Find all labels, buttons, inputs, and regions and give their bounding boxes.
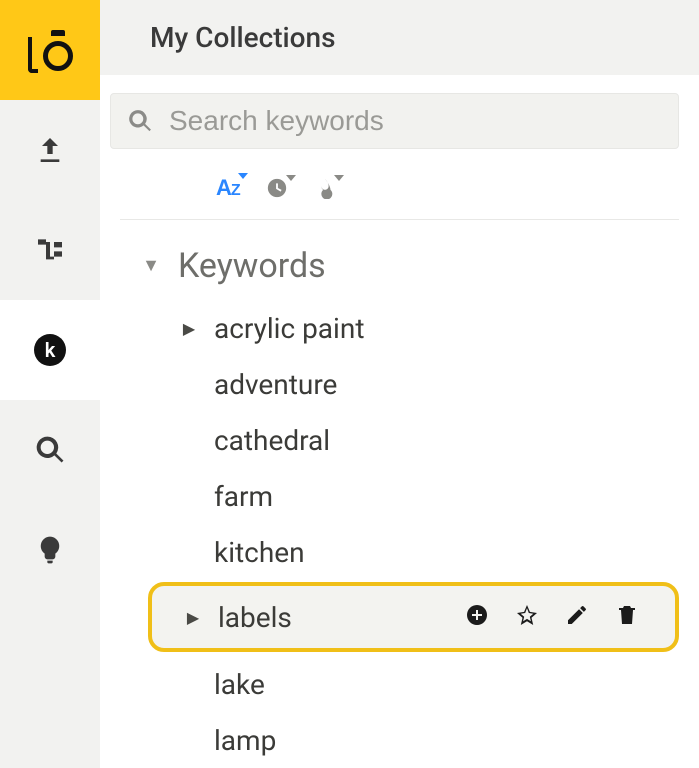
edit-button[interactable] <box>565 601 589 634</box>
keyword-item-selected: ▶ labels <box>148 582 679 652</box>
keyword-item[interactable]: ▶cathedral <box>178 412 699 468</box>
delete-button[interactable] <box>615 601 639 634</box>
logo-icon <box>27 31 73 69</box>
sort-alpha[interactable]: AZ <box>216 175 240 201</box>
keyword-label: cathedral <box>214 424 330 457</box>
lightbulb-icon <box>34 534 66 566</box>
tree-icon <box>34 234 66 266</box>
keyword-label: acrylic paint <box>214 312 364 345</box>
nav-rail: k <box>0 0 100 768</box>
flame-icon <box>314 177 336 199</box>
rail-item-organize[interactable] <box>0 200 100 300</box>
caret-right-icon[interactable]: ▶ <box>182 608 204 627</box>
chevron-down-icon <box>238 173 248 179</box>
keywords-icon: k <box>34 334 66 366</box>
chevron-down-icon <box>286 175 296 181</box>
keyword-label: farm <box>214 480 273 513</box>
chevron-down-icon <box>334 175 344 181</box>
keyword-item[interactable]: ▶ acrylic paint <box>178 300 699 356</box>
keyword-label: labels <box>218 601 292 634</box>
keyword-item[interactable]: ▶farm <box>178 468 699 524</box>
sort-bar: AZ <box>120 159 679 220</box>
search-input[interactable] <box>169 105 662 137</box>
keyword-search[interactable] <box>110 93 679 149</box>
caret-right-icon[interactable]: ▶ <box>178 319 200 338</box>
rail-item-ideas[interactable] <box>0 500 100 600</box>
sort-popular[interactable] <box>314 177 336 199</box>
upload-icon <box>34 134 66 166</box>
keyword-tree: ▼ Keywords ▶acrylic paint▶adventure▶cath… <box>100 240 699 768</box>
keyword-item[interactable]: ▶lake <box>178 656 699 712</box>
sort-alpha-icon: AZ <box>216 175 240 200</box>
keyword-label: lake <box>214 668 265 701</box>
page-title: My Collections <box>100 0 699 75</box>
keyword-label: adventure <box>214 368 337 401</box>
tree-root-label: Keywords <box>178 246 326 286</box>
keyword-item[interactable]: ▶adventure <box>178 356 699 412</box>
keyword-item[interactable]: ▶lamp <box>178 712 699 768</box>
keyword-actions <box>465 601 675 634</box>
rail-item-keywords[interactable]: k <box>0 300 100 400</box>
main-panel: My Collections AZ <box>100 0 699 768</box>
clock-icon <box>266 177 288 199</box>
keyword-label: kitchen <box>214 536 305 569</box>
favorite-button[interactable] <box>515 601 539 634</box>
search-icon <box>34 434 66 466</box>
rail-item-upload[interactable] <box>0 100 100 200</box>
sort-recent[interactable] <box>266 177 288 199</box>
keyword-item[interactable]: ▶kitchen <box>178 524 699 580</box>
keyword-item[interactable]: ▶ labels <box>182 586 675 648</box>
tree-root[interactable]: ▼ Keywords <box>140 240 699 300</box>
rail-item-search[interactable] <box>0 400 100 500</box>
content-area: AZ ▼ Keywords ▶acrylic paint▶adventure <box>100 75 699 768</box>
add-child-button[interactable] <box>465 601 489 634</box>
app-logo[interactable] <box>0 0 100 100</box>
keyword-label: lamp <box>214 724 276 757</box>
search-icon <box>127 108 153 134</box>
caret-down-icon: ▼ <box>140 257 162 275</box>
